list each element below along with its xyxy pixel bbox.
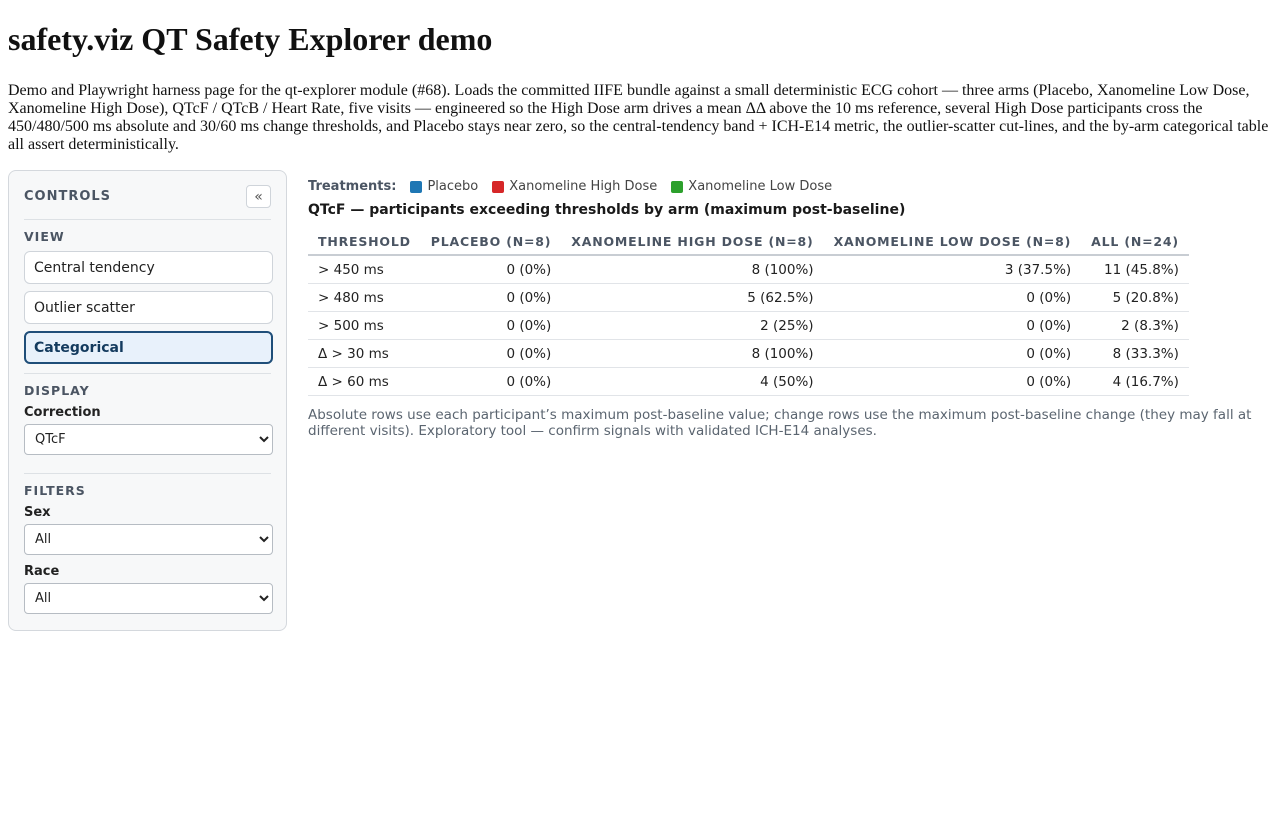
display-section-label: DISPLAY <box>24 383 90 398</box>
page-intro: Demo and Playwright harness page for the… <box>8 82 1269 153</box>
legend-item-label: Placebo <box>427 179 479 194</box>
table-row: Δ > 30 ms 0 (0%) 8 (100%) 0 (0%) 8 (33.3… <box>308 339 1189 368</box>
table-header-row: THRESHOLD PLACEBO (N=8) XANOMELINE HIGH … <box>308 228 1189 256</box>
cell-high-dose: 2 (25%) <box>561 311 824 340</box>
controls-panel: CONTROLS « VIEW Central tendency Outlier… <box>8 170 287 631</box>
placebo-swatch-icon <box>410 180 423 193</box>
cell-low-dose: 0 (0%) <box>823 311 1082 340</box>
cell-threshold: > 480 ms <box>308 283 421 312</box>
cell-threshold: > 500 ms <box>308 311 421 340</box>
filters-section-label: FILTERS <box>24 483 86 498</box>
cell-placebo: 0 (0%) <box>420 255 562 284</box>
low-dose-swatch-icon <box>671 180 684 193</box>
sex-filter-select[interactable]: All <box>24 524 273 555</box>
cell-placebo: 0 (0%) <box>420 367 562 396</box>
controls-header: CONTROLS « <box>24 185 271 220</box>
view-section-label: VIEW <box>24 229 65 244</box>
table-row: > 480 ms 0 (0%) 5 (62.5%) 0 (0%) 5 (20.8… <box>308 283 1189 312</box>
legend-item-placebo: Placebo <box>410 179 478 194</box>
view-outlier-scatter-button[interactable]: Outlier scatter <box>24 291 273 324</box>
view-categorical-button[interactable]: Categorical <box>24 331 273 364</box>
divider <box>24 373 271 374</box>
cell-low-dose: 0 (0%) <box>823 367 1082 396</box>
legend-item-high-dose: Xanomeline High Dose <box>492 179 657 194</box>
view-central-tendency-button[interactable]: Central tendency <box>24 251 273 284</box>
cell-high-dose: 4 (50%) <box>561 367 824 396</box>
high-dose-swatch-icon <box>492 180 505 193</box>
cell-threshold: Δ > 30 ms <box>308 339 421 368</box>
collapse-controls-button[interactable]: « <box>246 185 271 208</box>
header-high-dose: XANOMELINE HIGH DOSE (N=8) <box>561 228 824 256</box>
app-layout: CONTROLS « VIEW Central tendency Outlier… <box>8 170 1272 631</box>
threshold-table: THRESHOLD PLACEBO (N=8) XANOMELINE HIGH … <box>308 228 1189 396</box>
legend-item-low-dose: Xanomeline Low Dose <box>671 179 832 194</box>
table-row: Δ > 60 ms 0 (0%) 4 (50%) 0 (0%) 4 (16.7%… <box>308 367 1189 396</box>
cell-high-dose: 8 (100%) <box>561 255 824 284</box>
cell-placebo: 0 (0%) <box>420 311 562 340</box>
cell-low-dose: 0 (0%) <box>823 283 1082 312</box>
page-title: safety.viz QT Safety Explorer demo <box>8 21 493 57</box>
sex-filter-label: Sex <box>24 505 51 520</box>
divider <box>24 473 271 474</box>
cell-high-dose: 5 (62.5%) <box>561 283 824 312</box>
cell-all: 5 (20.8%) <box>1081 283 1189 312</box>
table-row: > 450 ms 0 (0%) 8 (100%) 3 (37.5%) 11 (4… <box>308 255 1189 284</box>
header-placebo: PLACEBO (N=8) <box>420 228 562 256</box>
table-title: QTcF — participants exceeding thresholds… <box>308 202 906 218</box>
cell-placebo: 0 (0%) <box>420 339 562 368</box>
table-footnote: Absolute rows use each participant’s max… <box>308 407 1252 439</box>
header-low-dose: XANOMELINE LOW DOSE (N=8) <box>823 228 1082 256</box>
race-filter-select[interactable]: All <box>24 583 273 614</box>
legend-item-label: Xanomeline Low Dose <box>688 179 833 194</box>
cell-all: 11 (45.8%) <box>1081 255 1189 284</box>
cell-threshold: Δ > 60 ms <box>308 367 421 396</box>
cell-all: 8 (33.3%) <box>1081 339 1189 368</box>
header-all: ALL (N=24) <box>1081 228 1189 256</box>
cell-all: 4 (16.7%) <box>1081 367 1189 396</box>
legend-item-label: Xanomeline High Dose <box>509 179 658 194</box>
main-content: Treatments: Placebo Xanomeline High Dose… <box>308 170 1272 439</box>
cell-low-dose: 3 (37.5%) <box>823 255 1082 284</box>
cell-placebo: 0 (0%) <box>420 283 562 312</box>
cell-low-dose: 0 (0%) <box>823 339 1082 368</box>
table-row: > 500 ms 0 (0%) 2 (25%) 0 (0%) 2 (8.3%) <box>308 311 1189 340</box>
correction-select[interactable]: QTcF <box>24 424 273 455</box>
cell-high-dose: 8 (100%) <box>561 339 824 368</box>
race-filter-label: Race <box>24 564 60 579</box>
cell-all: 2 (8.3%) <box>1081 311 1189 340</box>
legend-title: Treatments: <box>308 179 397 194</box>
cell-threshold: > 450 ms <box>308 255 421 284</box>
treatment-legend: Treatments: Placebo Xanomeline High Dose… <box>308 178 1272 195</box>
correction-label: Correction <box>24 405 101 420</box>
header-threshold: THRESHOLD <box>308 228 421 256</box>
controls-title: CONTROLS <box>24 189 112 204</box>
